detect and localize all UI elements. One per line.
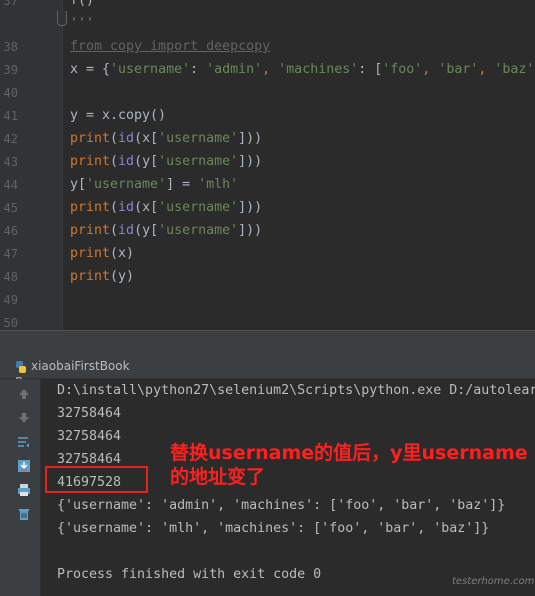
- code-token: 'machines': [278, 62, 359, 77]
- python-icon: [16, 361, 26, 373]
- line-number: 43: [3, 155, 18, 169]
- run-config-name[interactable]: xiaobaiFirstBook: [31, 359, 130, 373]
- code-line: print(id(y['username'])): [70, 223, 262, 239]
- code-token: 'baz': [494, 62, 535, 77]
- code-token: ,: [262, 62, 279, 77]
- line-number: 45: [3, 201, 18, 215]
- line-number: 42: [3, 132, 18, 146]
- code-token: (x[: [134, 200, 159, 215]
- code-token: print: [70, 154, 111, 169]
- code-token: y = x.copy(): [70, 108, 167, 123]
- code-token: (y[: [134, 154, 159, 169]
- run-toolbar: [0, 379, 41, 596]
- code-token: (x[: [134, 131, 159, 146]
- code-token: (y[: [134, 223, 159, 238]
- code-token: 'admin': [206, 62, 263, 77]
- code-editor[interactable]: 37 38 39 40 41 42 43 44 45 46 47 48 49 50 f() ''' from …: [0, 0, 535, 330]
- code-line: f(): [70, 0, 94, 9]
- line-number: 46: [3, 224, 18, 238]
- code-token: print: [70, 200, 111, 215]
- highlight-box: [45, 466, 148, 493]
- print-icon[interactable]: [14, 481, 34, 499]
- code-token: ])): [238, 200, 263, 215]
- code-token: x = {: [70, 62, 111, 77]
- scroll-down-icon[interactable]: [14, 409, 34, 427]
- console-line: 32758464: [57, 429, 122, 444]
- console-line: D:\install\python27\selenium2\Scripts\py…: [57, 383, 535, 398]
- code-token: print: [70, 269, 111, 284]
- code-line: print(y): [70, 269, 134, 285]
- code-line: x = {'username': 'admin', 'machines': ['…: [70, 62, 535, 78]
- line-number: 50: [3, 316, 18, 330]
- code-token: (: [110, 154, 119, 169]
- code-line: y['username'] = 'mlh': [70, 177, 238, 193]
- console-line: Process finished with exit code 0: [57, 567, 322, 582]
- code-token: (x): [110, 246, 135, 261]
- code-line: print(id(y['username'])): [70, 154, 262, 170]
- fold-marker-icon[interactable]: [57, 11, 67, 26]
- console-line: {'username': 'mlh', 'machines': ['foo', …: [57, 521, 490, 536]
- line-number: 41: [3, 109, 18, 123]
- soft-wrap-icon[interactable]: [14, 433, 34, 451]
- run-panel-header: n xiaobaiFirstBook: [0, 356, 535, 387]
- watermark: testerhome.com: [452, 576, 535, 587]
- code-token: print: [70, 223, 111, 238]
- code-token: : [: [358, 62, 383, 77]
- code-token: 'username': [158, 154, 239, 169]
- line-number: 49: [3, 293, 18, 307]
- code-token: f(): [70, 0, 95, 8]
- code-token: from copy import deepcopy: [70, 39, 271, 54]
- clear-all-icon[interactable]: [14, 505, 34, 523]
- code-token: 'username': [110, 62, 191, 77]
- line-number: 48: [3, 270, 18, 284]
- line-number: 47: [3, 247, 18, 261]
- code-token: ,: [422, 62, 439, 77]
- line-number: 44: [3, 178, 18, 192]
- code-line: print(id(x['username'])): [70, 200, 262, 216]
- panel-divider[interactable]: [0, 330, 535, 357]
- code-token: 'username': [158, 200, 239, 215]
- code-token: 'mlh': [198, 177, 239, 192]
- code-token: id: [118, 200, 135, 215]
- line-number-gutter: 37 38 39 40 41 42 43 44 45 46 47 48 49 50: [0, 0, 63, 330]
- code-token: ])): [238, 154, 263, 169]
- code-token: ])): [238, 223, 263, 238]
- console-line: {'username': 'admin', 'machines': ['foo'…: [57, 498, 506, 513]
- line-number: 38: [3, 40, 18, 54]
- code-token: (: [110, 223, 119, 238]
- code-token: :: [190, 62, 207, 77]
- code-token: 'foo': [382, 62, 423, 77]
- scroll-to-end-icon[interactable]: [14, 457, 34, 475]
- code-token: ,: [478, 62, 495, 77]
- code-token: (: [110, 200, 119, 215]
- code-token: y[: [70, 177, 87, 192]
- code-token: 'username': [158, 223, 239, 238]
- code-token: 'bar': [438, 62, 479, 77]
- code-line: ''': [70, 16, 94, 32]
- code-line: print(id(x['username'])): [70, 131, 262, 147]
- line-number: 39: [3, 63, 18, 77]
- code-line: from copy import deepcopy: [70, 39, 270, 55]
- code-token: (: [110, 131, 119, 146]
- code-line: y = x.copy(): [70, 108, 166, 124]
- code-token: id: [118, 131, 135, 146]
- console-line: 32758464: [57, 406, 122, 421]
- scroll-up-icon[interactable]: [14, 385, 34, 403]
- code-token: ] =: [166, 177, 199, 192]
- line-number: 37: [3, 0, 18, 8]
- line-number: 40: [3, 86, 18, 100]
- code-token: id: [118, 154, 135, 169]
- code-token: 'username': [158, 131, 239, 146]
- code-token: ])): [238, 131, 263, 146]
- code-token: print: [70, 131, 111, 146]
- code-token: print: [70, 246, 111, 261]
- annotation-text: 替换username的值后，y里username的地址变了: [170, 442, 528, 488]
- code-token: ''': [70, 16, 95, 31]
- code-token: id: [118, 223, 135, 238]
- code-line: print(x): [70, 246, 134, 262]
- code-token: (y): [110, 269, 135, 284]
- code-token: 'username': [86, 177, 167, 192]
